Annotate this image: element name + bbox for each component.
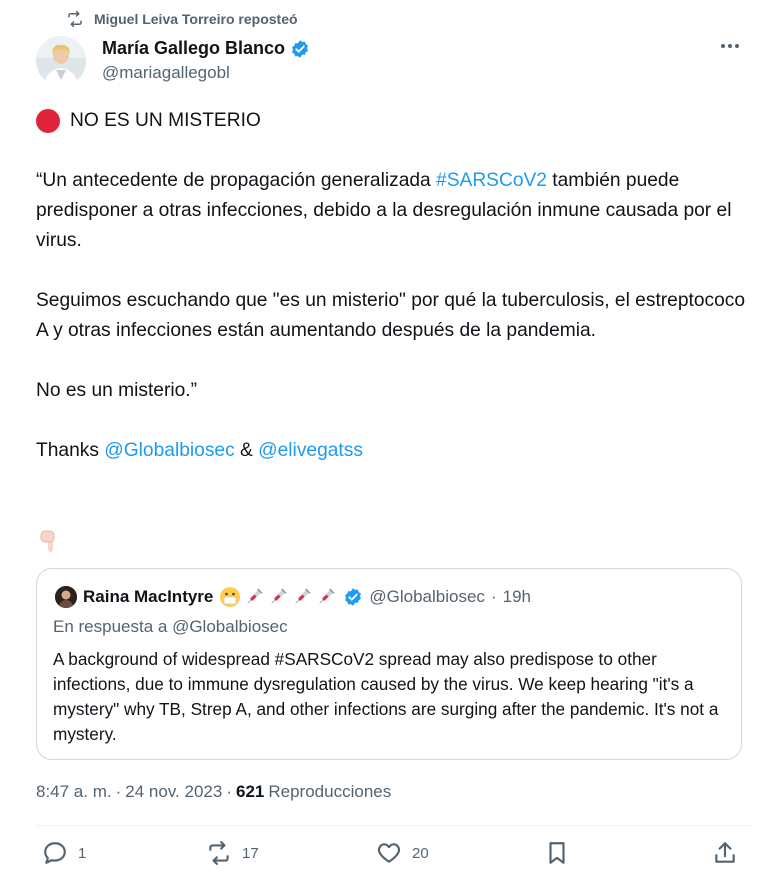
syringe-icon: [319, 588, 335, 604]
tweet-actions-bar: 1 17 20: [36, 840, 752, 870]
divider: [36, 825, 752, 826]
heart-icon: [377, 843, 401, 863]
tweet-metadata: 8:47 a. m. · 24 nov. 2023 · 621 Reproduc…: [36, 782, 392, 802]
quoted-author-name[interactable]: Raina MacIntyre: [83, 587, 213, 607]
syringe-icon: [271, 588, 287, 604]
repost-text: Miguel Leiva Torreiro reposteó: [94, 11, 298, 27]
verified-badge-icon: [292, 39, 308, 58]
syringe-icon: [295, 588, 311, 604]
reply-icon: [44, 842, 66, 864]
quoted-separator: ·: [490, 587, 497, 606]
author-handle[interactable]: @mariagallegobl: [102, 63, 310, 83]
quoted-author-handle[interactable]: @Globalbiosec: [369, 587, 485, 607]
mention-link-globalbiosec[interactable]: @Globalbiosec: [104, 440, 234, 461]
tweet-author: María Gallego Blanco @mariagallegobl: [102, 38, 310, 83]
hashtag-link[interactable]: #SARSCoV2: [436, 170, 547, 191]
views-count: 621: [236, 782, 265, 801]
tweet-paragraph-1: “Un antecedente de propagación generaliz…: [36, 170, 732, 251]
reply-count: 1: [78, 844, 87, 862]
share-icon: [715, 842, 735, 863]
like-button[interactable]: 20: [376, 840, 429, 866]
tweet-paragraph-2: Seguimos escuchando que "es un misterio"…: [36, 290, 746, 341]
retweet-icon: [209, 841, 229, 865]
tweet-thanks: Thanks @Globalbiosec & @elivegatss: [36, 440, 363, 461]
pointing-down-hand-icon: [40, 530, 55, 552]
tweet-time[interactable]: 8:47 a. m.: [36, 782, 112, 802]
quoted-tweet-header: Raina MacIntyre @Globalbiosec · 19h: [55, 586, 531, 608]
quoted-author-emojis: [219, 586, 337, 608]
tweet-text: NO ES UN MISTERIO “Un antecedente de pro…: [36, 106, 752, 466]
reply-button[interactable]: 1: [42, 840, 86, 866]
bookmark-icon: [549, 842, 565, 864]
retweet-icon: [68, 10, 82, 28]
repost-button[interactable]: 17: [206, 840, 259, 866]
quoted-reply-context: En respuesta a @Globalbiosec: [53, 617, 288, 636]
tweet-date[interactable]: 24 nov. 2023: [125, 782, 222, 802]
quoted-author-avatar[interactable]: [55, 586, 77, 608]
repost-indicator[interactable]: Miguel Leiva Torreiro reposteó: [66, 10, 298, 28]
tweet-paragraph-3: No es un misterio.”: [36, 380, 198, 401]
quoted-tweet-card[interactable]: Raina MacIntyre @Globalbiosec · 19h En r…: [36, 568, 742, 760]
syringe-icon: [247, 588, 263, 604]
views-label: Reproducciones: [268, 782, 392, 801]
avatar[interactable]: [36, 36, 86, 86]
repost-count: 17: [242, 844, 259, 862]
share-button[interactable]: [712, 840, 738, 866]
red-circle-icon: [36, 109, 60, 133]
like-count: 20: [412, 844, 429, 862]
more-dots-icon: [721, 44, 739, 48]
author-name[interactable]: María Gallego Blanco: [102, 38, 285, 59]
more-options-button[interactable]: [718, 34, 742, 58]
mask-face-icon: [220, 587, 241, 607]
quoted-tweet-text: A background of widespread #SARSCoV2 spr…: [53, 649, 719, 744]
bookmark-button[interactable]: [544, 840, 570, 866]
verified-badge-icon: [345, 588, 362, 606]
tweet-headline: NO ES UN MISTERIO: [70, 110, 261, 131]
mention-link-elivegatss[interactable]: @elivegatss: [258, 440, 363, 461]
quoted-time[interactable]: 19h: [503, 587, 531, 607]
